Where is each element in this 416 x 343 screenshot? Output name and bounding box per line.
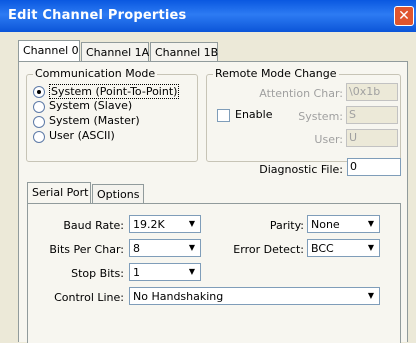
tab-label: Serial Port — [32, 186, 89, 199]
chevron-down-icon: ▼ — [188, 219, 196, 228]
stop-bits-value: 1 — [133, 266, 140, 279]
serial-port-panel: Baud Rate: 19.2K ▼ Parity: None ▼ Bits Per… — [27, 203, 401, 343]
radio-master-label[interactable]: System (Master) — [49, 114, 140, 127]
baud-rate-value: 19.2K — [133, 218, 165, 231]
diagnostic-file-label: Diagnostic File: — [259, 163, 343, 176]
radio-point-to-point-label[interactable]: System (Point-To-Point) — [49, 84, 180, 99]
user-input[interactable]: U — [346, 129, 398, 147]
chevron-down-icon: ▼ — [367, 291, 375, 300]
parity-select[interactable]: None ▼ — [307, 215, 380, 233]
diagnostic-file-value: 0 — [350, 160, 357, 173]
attention-char-input[interactable]: \0x1b — [346, 83, 398, 101]
remote-mode-group: Remote Mode Change Attention Char: \0x1b… — [206, 67, 401, 162]
tab-serial-port[interactable]: Serial Port — [27, 182, 91, 204]
channel-panel: Communication Mode System (Point-To-Poin… — [18, 61, 408, 343]
enable-label[interactable]: Enable — [235, 108, 272, 121]
bits-per-char-select[interactable]: 8 ▼ — [129, 239, 201, 257]
baud-rate-select[interactable]: 19.2K ▼ — [129, 215, 201, 233]
user-label: User: — [314, 133, 343, 146]
chevron-down-icon: ▼ — [367, 219, 375, 228]
radio-point-to-point[interactable] — [33, 86, 45, 98]
attention-char-label: Attention Char: — [259, 87, 343, 100]
radio-slave[interactable] — [33, 101, 45, 113]
control-line-select[interactable]: No Handshaking ▼ — [129, 287, 380, 305]
title-bar[interactable]: Edit Channel Properties ✕ — [0, 0, 416, 32]
diagnostic-file-input[interactable]: 0 — [347, 158, 401, 176]
chevron-down-icon: ▼ — [188, 267, 196, 276]
parity-label: Parity: — [269, 219, 304, 232]
tab-label: Options — [97, 188, 140, 201]
radio-user-ascii[interactable] — [33, 131, 45, 143]
error-detect-select[interactable]: BCC ▼ — [307, 239, 380, 257]
radio-master[interactable] — [33, 116, 45, 128]
radio-slave-label[interactable]: System (Slave) — [49, 99, 132, 112]
stop-bits-select[interactable]: 1 ▼ — [129, 263, 201, 281]
error-detect-value: BCC — [311, 242, 334, 255]
close-button[interactable]: ✕ — [394, 6, 414, 26]
baud-rate-label: Baud Rate: — [63, 219, 124, 232]
tab-options[interactable]: Options — [92, 184, 144, 204]
control-line-label: Control Line: — [54, 291, 124, 304]
bits-per-char-label: Bits Per Char: — [49, 243, 124, 256]
system-value: S — [349, 108, 356, 121]
attention-char-value: \0x1b — [349, 85, 381, 98]
communication-mode-group: Communication Mode System (Point-To-Poin… — [26, 67, 198, 162]
chevron-down-icon: ▼ — [188, 243, 196, 252]
remote-mode-title: Remote Mode Change — [213, 67, 339, 80]
tab-label: Channel 0 — [23, 44, 79, 57]
control-line-value: No Handshaking — [133, 290, 224, 303]
system-input[interactable]: S — [346, 106, 398, 124]
tab-label: Channel 1A — [86, 46, 150, 59]
stop-bits-label: Stop Bits: — [71, 267, 124, 280]
tab-channel-1b[interactable]: Channel 1B — [150, 42, 218, 62]
error-detect-label: Error Detect: — [233, 243, 304, 256]
parity-value: None — [311, 218, 340, 231]
radio-user-ascii-label[interactable]: User (ASCII) — [49, 129, 115, 142]
enable-checkbox[interactable] — [217, 109, 230, 122]
chevron-down-icon: ▼ — [367, 243, 375, 252]
user-value: U — [349, 131, 358, 144]
tab-label: Channel 1B — [155, 46, 219, 59]
communication-mode-title: Communication Mode — [33, 67, 158, 80]
tab-channel-1a[interactable]: Channel 1A — [81, 42, 149, 62]
bits-per-char-value: 8 — [133, 242, 140, 255]
window-title: Edit Channel Properties — [8, 8, 187, 23]
tab-channel-0[interactable]: Channel 0 — [18, 40, 80, 62]
close-icon: ✕ — [398, 8, 410, 24]
system-label: System: — [298, 110, 343, 123]
